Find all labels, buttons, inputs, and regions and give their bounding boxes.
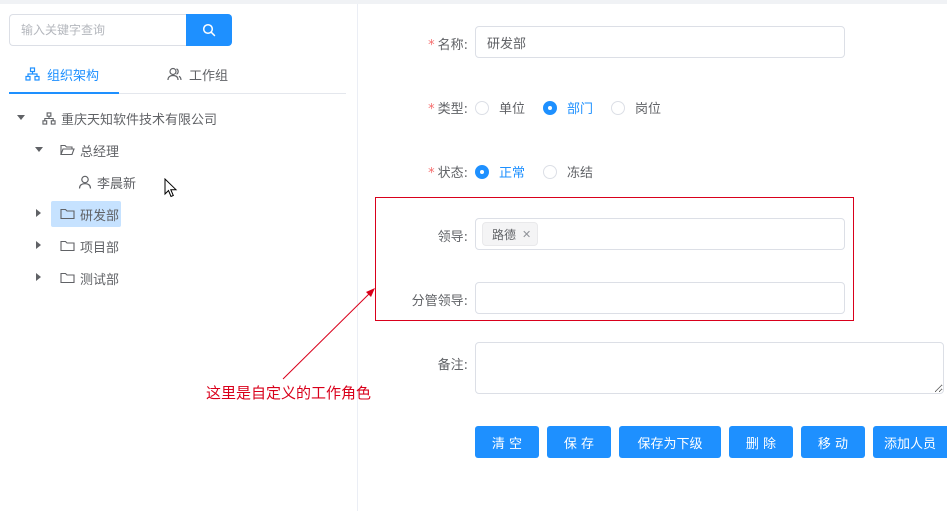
tree-node-testing[interactable]: 测试部 xyxy=(60,265,119,291)
tree-node-project[interactable]: 项目部 xyxy=(60,233,119,259)
users-icon xyxy=(167,67,182,81)
add-member-button[interactable]: 添加人员 xyxy=(873,426,947,458)
annotation-highlight-box xyxy=(375,197,854,321)
tab-workgroup[interactable]: 工作组 xyxy=(167,54,228,94)
radio-circle xyxy=(543,164,557,179)
move-button[interactable]: 移 动 xyxy=(801,426,865,458)
tab-active-indicator xyxy=(9,92,119,94)
remark-label: 备注: xyxy=(437,358,468,373)
radio-circle xyxy=(543,100,557,115)
tree-node-company[interactable]: 重庆天知软件技术有限公司 xyxy=(42,105,217,131)
expand-arrow-icon[interactable] xyxy=(17,115,25,120)
tree-node-label: 李晨新 xyxy=(97,176,137,192)
tree-node-label: 总经理 xyxy=(80,144,120,160)
save-as-child-button[interactable]: 保存为下级 xyxy=(619,426,721,458)
expand-arrow-icon[interactable] xyxy=(36,273,41,281)
tab-org-structure[interactable]: 组织架构 xyxy=(25,54,99,94)
folder-icon xyxy=(60,240,75,252)
type-radio-post[interactable]: 岗位 xyxy=(611,98,661,117)
radio-circle xyxy=(611,100,625,115)
name-input[interactable]: 研发部 xyxy=(475,26,845,58)
expand-arrow-icon[interactable] xyxy=(36,209,41,217)
org-tree-icon xyxy=(42,111,56,125)
status-label: * 状态: xyxy=(428,166,468,181)
save-button[interactable]: 保 存 xyxy=(547,426,611,458)
expand-arrow-icon[interactable] xyxy=(35,147,43,152)
left-panel: 组织架构 工作组 重庆天知软件技术有限公司 总经理 xyxy=(0,4,358,511)
annotation-text: 这里是自定义的工作角色 xyxy=(206,384,372,402)
type-radio-unit[interactable]: 单位 xyxy=(475,98,525,117)
folder-icon xyxy=(60,272,75,284)
radio-circle xyxy=(475,164,489,179)
search-icon xyxy=(202,23,216,37)
tab-bar: 组织架构 工作组 xyxy=(9,54,346,94)
tree-node-general-manager[interactable]: 总经理 xyxy=(60,137,119,163)
clear-button[interactable]: 清 空 xyxy=(475,426,539,458)
tree-node-rd[interactable]: 研发部 xyxy=(51,201,122,227)
type-label: * 类型: xyxy=(428,102,468,117)
user-icon xyxy=(78,175,92,189)
search-input[interactable] xyxy=(9,14,187,46)
expand-arrow-icon[interactable] xyxy=(36,241,41,249)
search-box xyxy=(9,14,232,46)
tab-workgroup-label: 工作组 xyxy=(189,68,229,84)
tree-node-label: 研发部 xyxy=(80,208,120,224)
org-tree-icon xyxy=(25,67,40,81)
folder-open-icon xyxy=(60,144,75,156)
type-radio-department[interactable]: 部门 xyxy=(543,98,593,117)
name-label: * 名称: xyxy=(428,38,468,53)
tree-node-user[interactable]: 李晨新 xyxy=(78,169,136,195)
remark-textarea[interactable] xyxy=(475,342,944,394)
delete-button[interactable]: 删 除 xyxy=(729,426,793,458)
radio-circle xyxy=(475,100,489,115)
tree-node-label: 重庆天知软件技术有限公司 xyxy=(61,112,218,128)
status-radio-frozen[interactable]: 冻结 xyxy=(543,162,593,181)
search-button[interactable] xyxy=(186,14,232,46)
mouse-cursor-icon xyxy=(164,177,178,202)
tree-node-label: 项目部 xyxy=(80,240,120,256)
tab-org-structure-label: 组织架构 xyxy=(47,68,100,84)
status-radio-normal[interactable]: 正常 xyxy=(475,162,525,181)
tree-node-label: 测试部 xyxy=(80,272,120,288)
folder-icon xyxy=(60,208,75,220)
